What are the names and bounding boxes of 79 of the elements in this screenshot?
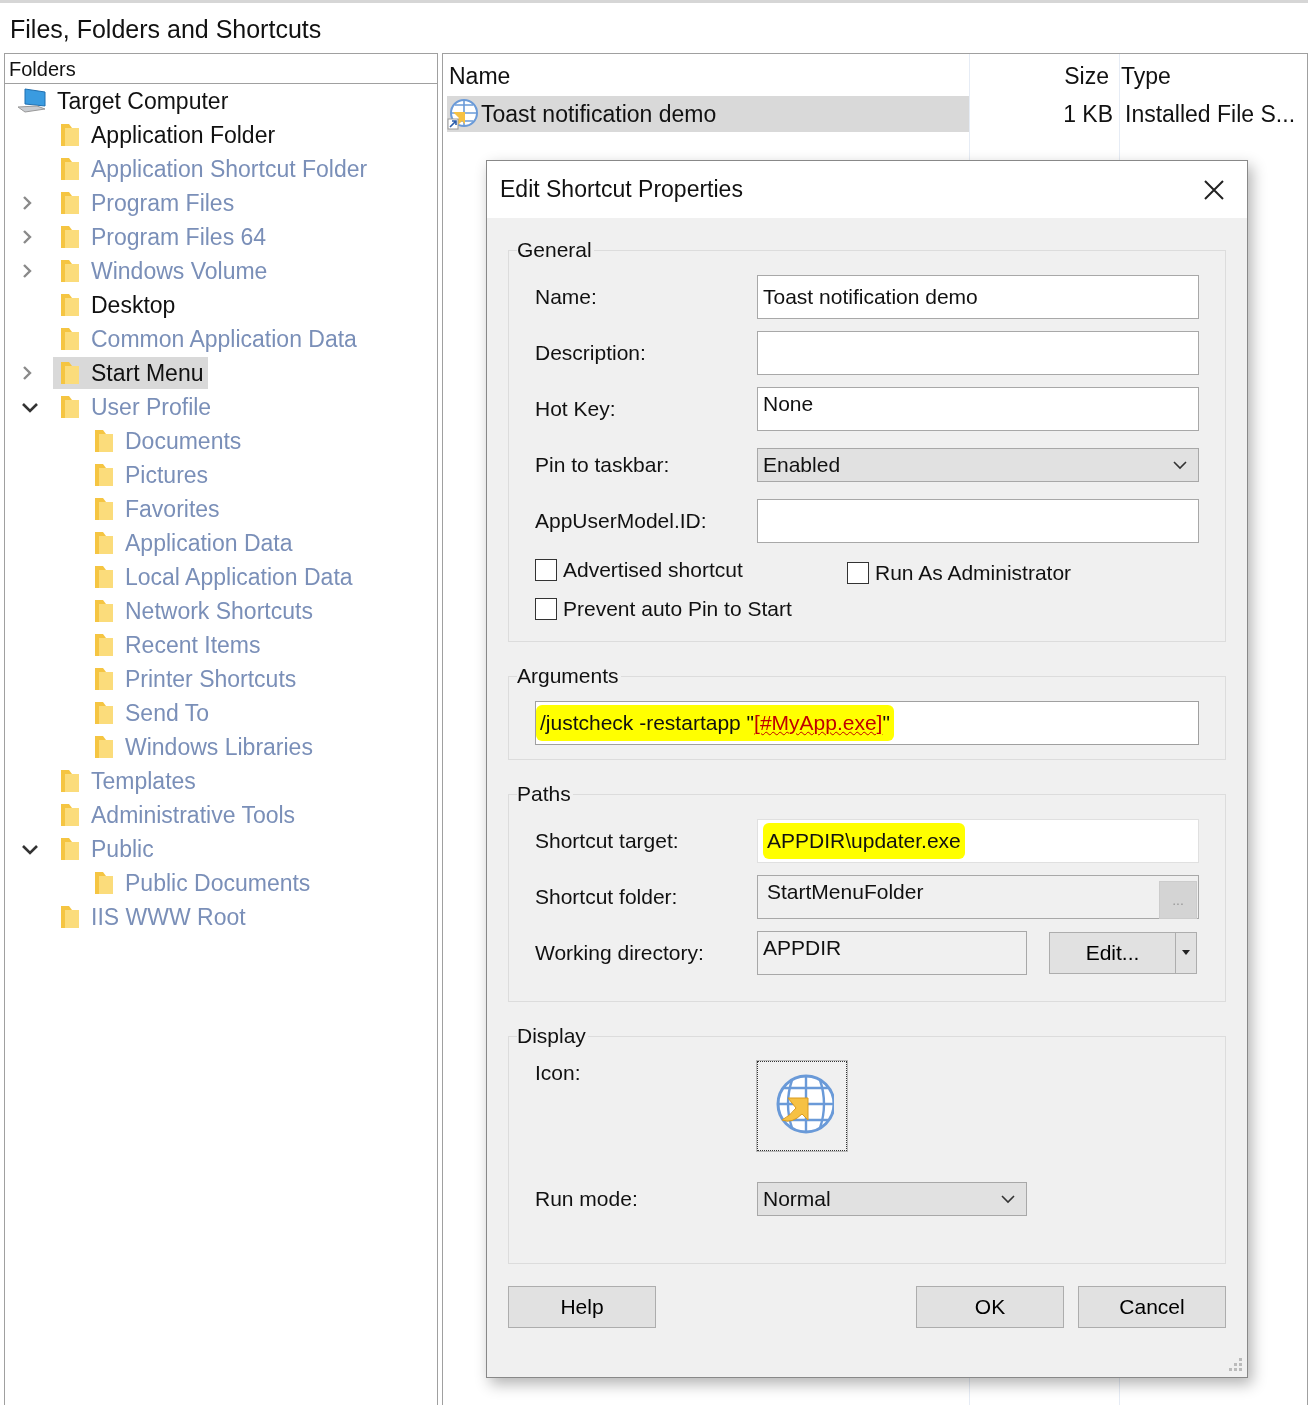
close-icon[interactable]: [1203, 178, 1225, 201]
folder-icon: [93, 496, 115, 522]
folder-icon: [93, 734, 115, 760]
field-label: Description:: [535, 341, 647, 365]
chevron-right-icon[interactable]: [21, 194, 33, 212]
checkbox-label[interactable]: Advertised shortcut: [563, 558, 743, 582]
field-label: Hot Key:: [535, 397, 617, 421]
folder-icon: [59, 904, 81, 930]
folder-icon: [59, 802, 81, 828]
shortcut-globe-icon: [447, 98, 479, 130]
field-label: AppUserModel.ID:: [535, 509, 708, 533]
caret-down-icon[interactable]: [1182, 950, 1190, 956]
folder-icon: [59, 156, 81, 182]
chevron-down-icon[interactable]: [21, 401, 39, 413]
ok-button[interactable]: OK: [916, 1286, 1064, 1328]
checkbox[interactable]: [535, 559, 557, 581]
caret-icon: [1172, 460, 1188, 470]
checkbox[interactable]: [847, 562, 869, 584]
field-label: Icon:: [535, 1061, 582, 1085]
dropdown[interactable]: Normal: [757, 1182, 1027, 1216]
input-field[interactable]: None: [757, 387, 1199, 431]
computer-icon: [17, 88, 47, 114]
folder-icon: [93, 530, 115, 556]
folder-icon: [59, 326, 81, 352]
folder-icon: [59, 224, 81, 250]
folder-icon: [59, 768, 81, 794]
folder-icon: [59, 836, 81, 862]
folder-icon: [59, 292, 81, 318]
folder-icon: [93, 598, 115, 624]
dialog-title: Edit Shortcut Properties: [500, 176, 743, 203]
file-size: 1 KB: [1062, 100, 1114, 128]
folder-icon: [59, 394, 81, 420]
arguments-field[interactable]: /justcheck -restartapp "[#MyApp.exe]": [535, 701, 1199, 745]
folder-icon: [93, 700, 115, 726]
input-field[interactable]: [757, 499, 1199, 543]
icon-picker[interactable]: [757, 1061, 847, 1151]
field-label: Working directory:: [535, 941, 705, 965]
field-label: Pin to taskbar:: [535, 453, 671, 477]
field-label: Run mode:: [535, 1187, 639, 1211]
folder-icon: [93, 870, 115, 896]
tree-item[interactable]: Target Computer: [11, 85, 233, 117]
tree-item[interactable]: Desktop: [15, 289, 180, 321]
chevron-right-icon[interactable]: [21, 262, 33, 280]
folder-icon: [93, 666, 115, 692]
field-label: Shortcut target:: [535, 829, 680, 853]
tree-item[interactable]: Application Folder: [15, 119, 280, 151]
input-field[interactable]: Toast notification demo: [757, 275, 1199, 319]
folder-icon: [59, 190, 81, 216]
folder-icon: [93, 428, 115, 454]
file-row[interactable]: Toast notification demo: [447, 96, 969, 132]
dropdown[interactable]: Enabled: [757, 448, 1199, 482]
page-title: Files, Folders and Shortcuts: [9, 14, 323, 45]
chevron-right-icon[interactable]: [21, 364, 33, 382]
input-field[interactable]: APPDIR\updater.exe: [757, 819, 1199, 863]
chevron-down-icon[interactable]: [21, 843, 39, 855]
folder-icon: [59, 122, 81, 148]
field-label: Shortcut folder:: [535, 885, 679, 909]
file-type: Installed File S...: [1124, 100, 1296, 128]
column-header[interactable]: Name: [443, 62, 965, 90]
folders-header: Folders: [5, 54, 437, 84]
folder-icon: [59, 360, 81, 386]
checkbox[interactable]: [535, 598, 557, 620]
folder-icon: [93, 462, 115, 488]
help-button[interactable]: Help: [508, 1286, 656, 1328]
column-header[interactable]: Size: [965, 62, 1115, 90]
folder-icon: [93, 632, 115, 658]
checkbox-label[interactable]: Run As Administrator: [875, 561, 1072, 585]
caret-icon: [1000, 1194, 1016, 1204]
field-label: Name:: [535, 285, 598, 309]
cancel-button[interactable]: Cancel: [1078, 1286, 1226, 1328]
checkbox-label[interactable]: Prevent auto Pin to Start: [563, 597, 792, 621]
folder-icon: [93, 564, 115, 590]
column-header[interactable]: Type: [1115, 62, 1171, 90]
input-field[interactable]: [757, 331, 1199, 375]
folder-icon: [59, 258, 81, 284]
resize-grip-icon[interactable]: [1229, 1358, 1243, 1372]
chevron-right-icon[interactable]: [21, 228, 33, 246]
input-field[interactable]: APPDIR: [757, 931, 1027, 975]
input-field[interactable]: StartMenuFolder ...: [757, 875, 1199, 919]
